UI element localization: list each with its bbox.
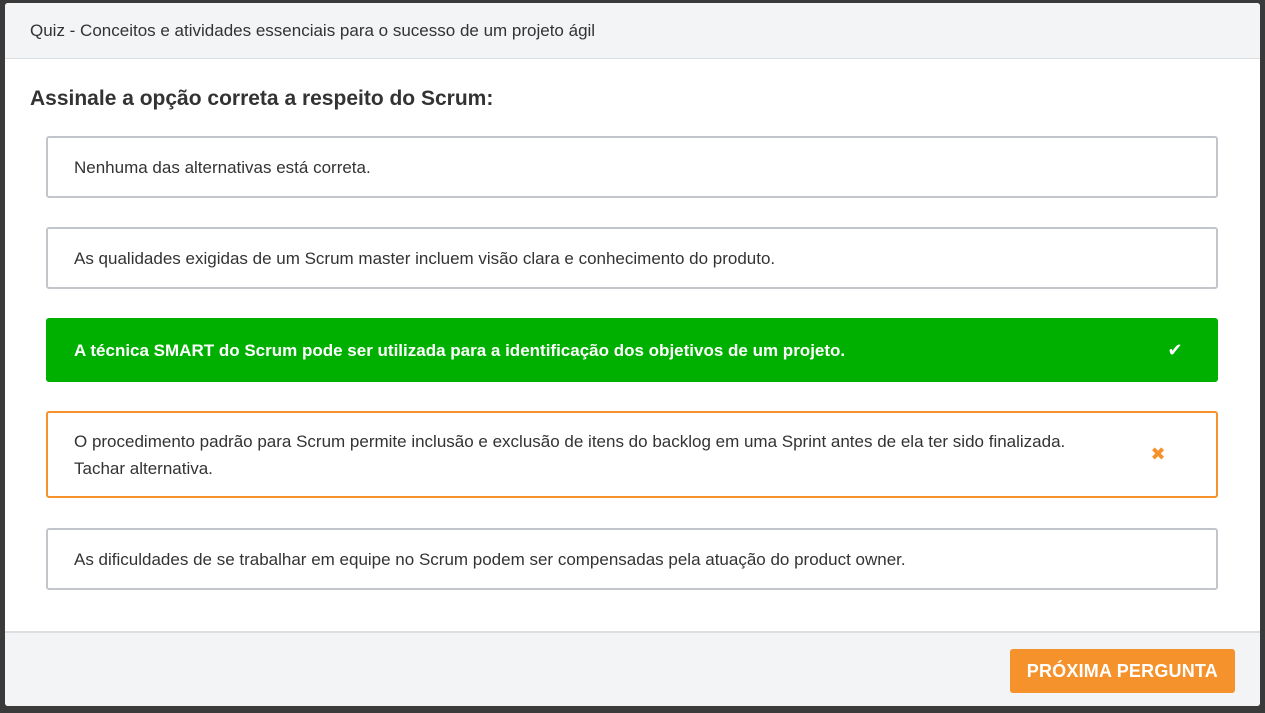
option-4-wrong[interactable]: O procedimento padrão para Scrum permite… [46,411,1218,498]
option-3-text: A técnica SMART do Scrum pode ser utiliz… [74,340,846,360]
option-5[interactable]: As dificuldades de se trabalhar em equip… [46,528,1218,590]
option-2-text: As qualidades exigidas de um Scrum maste… [74,248,776,268]
quiz-modal: Quiz - Conceitos e atividades essenciais… [5,3,1260,706]
quiz-title: Quiz - Conceitos e atividades essenciais… [30,20,596,40]
question-text: Assinale a opção correta a respeito do S… [30,87,494,110]
option-1[interactable]: Nenhuma das alternativas está correta. [46,136,1218,198]
option-3-correct[interactable]: A técnica SMART do Scrum pode ser utiliz… [46,318,1218,382]
modal-header: Quiz - Conceitos e atividades essenciais… [5,3,1260,59]
check-icon: ✔ [1167,339,1183,360]
option-2[interactable]: As qualidades exigidas de um Scrum maste… [46,227,1218,289]
options-list: Nenhuma das alternativas está correta. A… [46,136,1218,590]
option-1-text: Nenhuma das alternativas está correta. [74,157,371,177]
next-question-button[interactable]: PRÓXIMA PERGUNTA [1009,649,1235,693]
option-4-text: O procedimento padrão para Scrum permite… [74,431,1066,478]
modal-footer: PRÓXIMA PERGUNTA [5,631,1260,706]
modal-body: Assinale a opção correta a respeito do S… [5,60,1260,632]
option-5-text: As dificuldades de se trabalhar em equip… [74,549,906,569]
close-icon: ✖ [1150,444,1166,464]
